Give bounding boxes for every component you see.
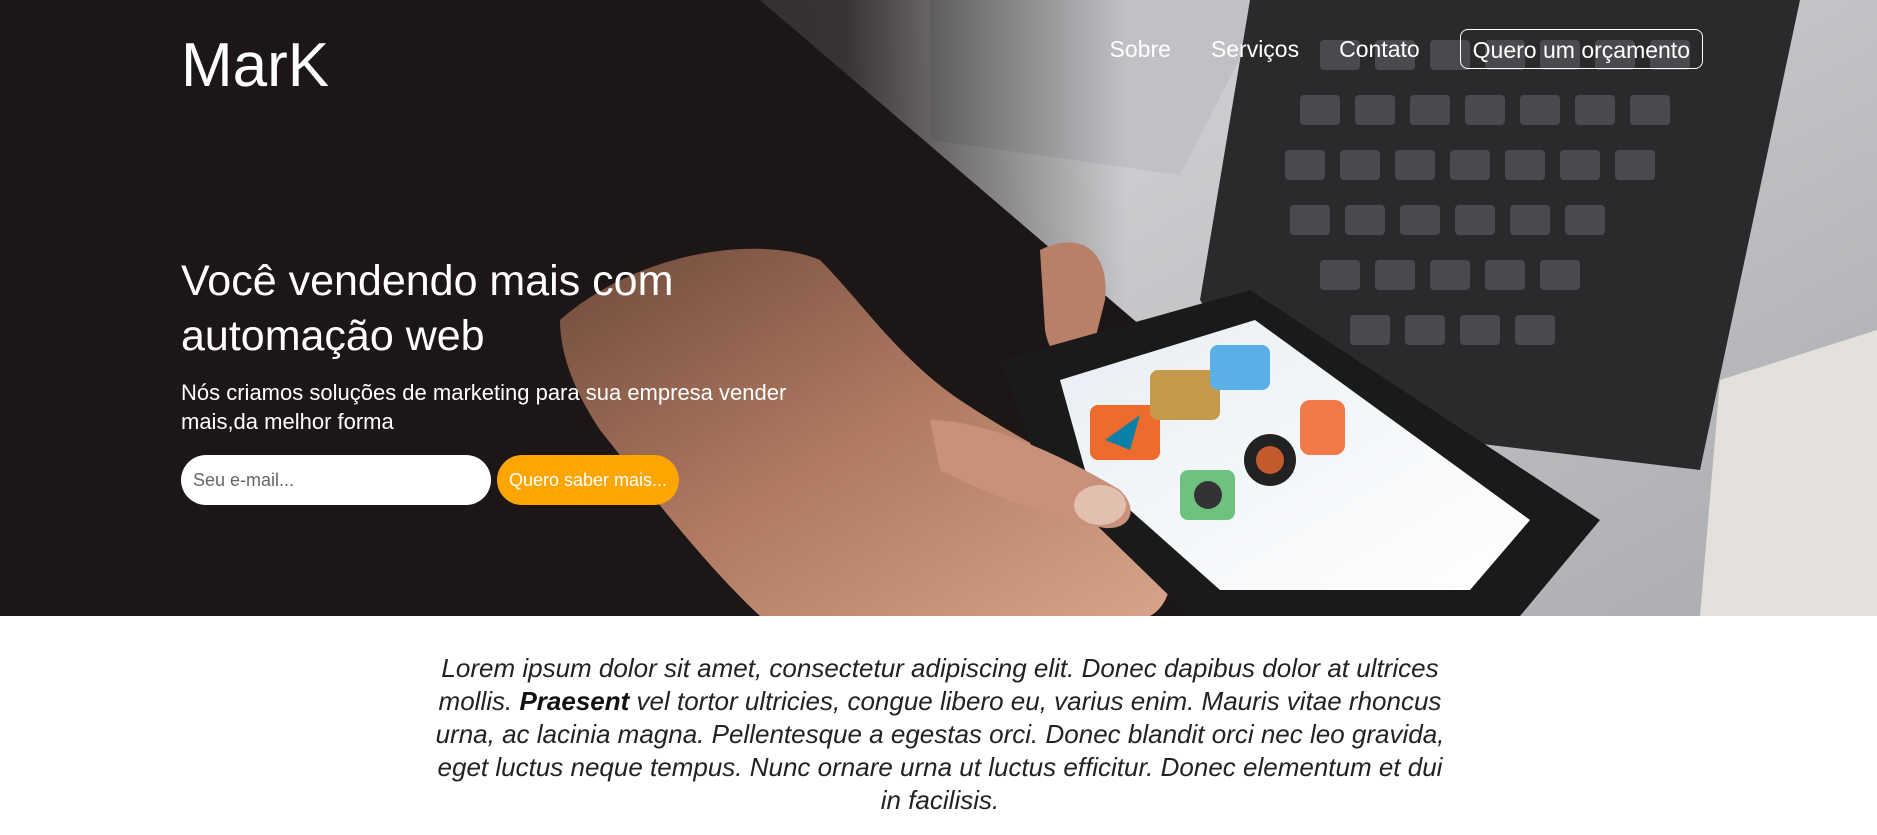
request-quote-button[interactable]: Quero um orçamento [1459,29,1703,69]
main-nav: Sobre Serviços Contato Quero um orçament… [1070,28,1703,70]
hero-section: MarK Sobre Serviços Contato Quero um orç… [0,0,1877,616]
intro-paragraph: Lorem ipsum dolor sit amet, consectetur … [430,652,1450,817]
email-signup-form: Quero saber mais... [181,455,680,505]
learn-more-button[interactable]: Quero saber mais... [497,455,680,505]
nav-link-sobre[interactable]: Sobre [1110,28,1171,70]
nav-link-contato[interactable]: Contato [1339,28,1420,70]
email-input[interactable] [181,455,491,505]
intro-emphasis: Praesent [519,686,630,716]
hero-headline: Você vendendo mais com automação web [181,257,674,360]
nav-link-servicos[interactable]: Serviços [1211,28,1299,70]
brand-logo[interactable]: MarK [181,30,329,102]
hero-subtitle: Nós criamos soluções de marketing para s… [181,380,787,434]
